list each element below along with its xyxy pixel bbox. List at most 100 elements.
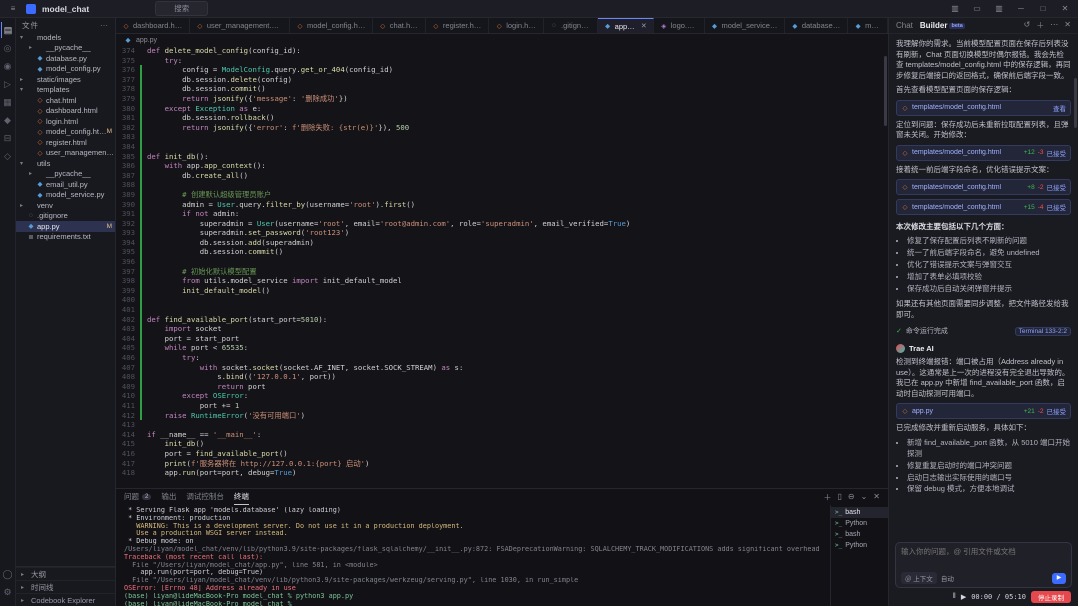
panel-tab-调试控制台[interactable]: 调试控制台 [186, 489, 224, 505]
tab-mo...[interactable]: ◆mo... [848, 18, 888, 33]
tab-logo.svg[interactable]: ◈logo.svg [654, 18, 705, 33]
remote-icon[interactable]: ⊟ [1, 130, 15, 146]
terminal[interactable]: * Serving Flask app 'models.database' (l… [116, 505, 830, 606]
file-path: templates/model_config.html [912, 204, 1021, 211]
file-change-chip[interactable]: ◇templates/model_config.html查看 [896, 100, 1071, 116]
file-change-chip[interactable]: ◇templates/model_config.html+12-3已接受 [896, 145, 1071, 161]
chat-input[interactable] [901, 546, 1066, 568]
tab-database.py[interactable]: ◆database.py [785, 18, 848, 33]
close-icon[interactable]: ✕ [639, 22, 647, 30]
layout-sidebar-left-icon[interactable]: ▥ [948, 4, 962, 13]
tree-item-database.py[interactable]: ◆database.py [16, 53, 115, 64]
tree-item-static_images[interactable]: ▸static/images [16, 74, 115, 85]
tree-item-utils[interactable]: ▾utils [16, 158, 115, 169]
panel-tab-终端[interactable]: 终端 [234, 489, 249, 505]
explorer-icon[interactable]: ▤ [1, 22, 15, 38]
panel-tab-输出[interactable]: 输出 [161, 489, 176, 505]
maximize-panel-icon[interactable]: ⌄ [861, 492, 868, 503]
chip-action-label[interactable]: 已接受 [1047, 148, 1067, 158]
file-change-chip[interactable]: ◇templates/model_config.html+15-4已接受 [896, 199, 1071, 215]
panel-tab-问题[interactable]: 问题2 [124, 489, 151, 505]
section-timeline[interactable]: ▸ 时间线 [16, 580, 115, 593]
tab-register.html[interactable]: ◇register.html [426, 18, 489, 33]
chat-tab-chat[interactable]: Chat [896, 21, 913, 30]
close-panel-icon[interactable]: ✕ [873, 492, 880, 503]
layout-panel-icon[interactable]: ▭ [970, 4, 984, 13]
layout-sidebar-right-icon[interactable]: ▥ [992, 4, 1006, 13]
new-terminal-icon[interactable]: ＋ [823, 492, 831, 503]
section-outline[interactable]: ▸ 大纲 [16, 567, 115, 580]
tree-item-register.html[interactable]: ◇register.html [16, 137, 115, 148]
settings-gear-icon[interactable]: ⚙ [1, 584, 15, 600]
tab-app.py[interactable]: ◆app.py✕ [598, 18, 654, 33]
menu-icon[interactable]: ≡ [6, 4, 20, 13]
tree-item-__pycache__[interactable]: ▸__pycache__ [16, 43, 115, 54]
new-chat-icon[interactable]: ＋ [1036, 20, 1044, 31]
file-change-chip[interactable]: ◇templates/model_config.html+8-2已接受 [896, 179, 1071, 195]
send-button[interactable]: ▶ [1052, 573, 1066, 584]
tree-item-venv[interactable]: ▸venv [16, 200, 115, 211]
chat-tab-builder[interactable]: Builderbeta [920, 21, 965, 30]
tab-.gitignore[interactable]: ◌.gitignore [544, 18, 598, 33]
history-icon[interactable]: ↺ [1024, 20, 1031, 31]
tree-item-login.html[interactable]: ◇login.html [16, 116, 115, 127]
tab-chat.html[interactable]: ◇chat.html [373, 18, 426, 33]
tree-item-model_config.html[interactable]: ◇model_config.htmlM [16, 127, 115, 138]
maximize-icon[interactable]: □ [1036, 4, 1050, 13]
extensions-icon[interactable]: ▦ [1, 94, 15, 110]
editor-scrollbar[interactable] [884, 56, 887, 126]
breadcrumb[interactable]: ◆ app.py [116, 34, 888, 46]
run-debug-icon[interactable]: ▷ [1, 76, 15, 92]
account-icon[interactable]: ◯ [1, 566, 15, 582]
tab-model_config.html[interactable]: ◇model_config.html [290, 18, 373, 33]
context-chip[interactable]: ＠ 上下文 [901, 572, 937, 584]
pause-icon[interactable]: ‖ [953, 593, 956, 600]
source-control-icon[interactable]: ◉ [1, 58, 15, 74]
explorer-more-icon[interactable]: ⋯ [100, 21, 109, 30]
tree-item-models[interactable]: ▾models [16, 32, 115, 43]
tab-model_service.py[interactable]: ◆model_service.py [705, 18, 785, 33]
terminal-session[interactable]: >_bash [831, 529, 888, 540]
code-text: if not admin: [147, 209, 239, 219]
tree-item-templates[interactable]: ▾templates [16, 85, 115, 96]
tree-item-app.py[interactable]: ◆app.pyM [16, 221, 115, 232]
chat-list: 新增 find_available_port 函数，从 5010 端口开始探测修… [907, 438, 1071, 496]
tree-item-dashboard.html[interactable]: ◇dashboard.html [16, 106, 115, 117]
terminal-ref-chip[interactable]: Terminal 133-2:2 [1015, 327, 1071, 336]
terminal-session[interactable]: >_bash [831, 507, 888, 518]
stop-recording-button[interactable]: 停止录制 [1031, 591, 1071, 603]
chip-action-label[interactable]: 已接受 [1047, 182, 1067, 192]
more-icon[interactable]: ⋯ [1050, 20, 1058, 31]
split-terminal-icon[interactable]: ▯ [837, 492, 841, 503]
code-editor[interactable]: 374def delete_model_config(config_id):37… [116, 46, 888, 488]
model-selector[interactable]: 自动 [941, 573, 954, 583]
tree-item-model_service.py[interactable]: ◆model_service.py [16, 190, 115, 201]
tree-item-.gitignore[interactable]: ◌.gitignore [16, 211, 115, 222]
search-pill[interactable]: 搜索 [155, 1, 208, 16]
kill-terminal-icon[interactable]: ⊖ [848, 492, 855, 503]
chat-scrollbar[interactable] [1074, 78, 1077, 128]
section-codebook-explorer[interactable]: ▸ Codebook Explorer [16, 593, 115, 606]
tab-login.html[interactable]: ◇login.html [489, 18, 544, 33]
ai-chat-icon[interactable]: ◆ [1, 112, 15, 128]
bookmark-icon[interactable]: ◇ [1, 148, 15, 164]
search-icon[interactable]: ◎ [1, 40, 15, 56]
chip-action-label[interactable]: 已接受 [1047, 406, 1067, 416]
terminal-session[interactable]: >_Python [831, 540, 888, 551]
tree-item-email_util.py[interactable]: ◆email_util.py [16, 179, 115, 190]
close-icon[interactable]: ✕ [1058, 4, 1072, 13]
tab-user_management.html[interactable]: ◇user_management.html [190, 18, 290, 33]
play-icon[interactable]: ▶ [961, 593, 966, 601]
file-change-chip[interactable]: ◇app.py+21-2已接受 [896, 403, 1071, 419]
tree-item-__pycache__[interactable]: ▸__pycache__ [16, 169, 115, 180]
tree-item-model_config.py[interactable]: ◆model_config.py [16, 64, 115, 75]
chip-action-label[interactable]: 已接受 [1047, 202, 1067, 212]
minimize-icon[interactable]: ─ [1014, 4, 1028, 13]
chip-action-label[interactable]: 查看 [1053, 103, 1066, 113]
tree-item-requirements.txt[interactable]: ≣requirements.txt [16, 232, 115, 243]
tree-item-chat.html[interactable]: ◇chat.html [16, 95, 115, 106]
tree-item-user_management.html[interactable]: ◇user_management.html [16, 148, 115, 159]
tab-dashboard.html[interactable]: ◇dashboard.html [116, 18, 190, 33]
close-panel-icon[interactable]: ✕ [1064, 20, 1071, 31]
terminal-session[interactable]: >_Python [831, 518, 888, 529]
